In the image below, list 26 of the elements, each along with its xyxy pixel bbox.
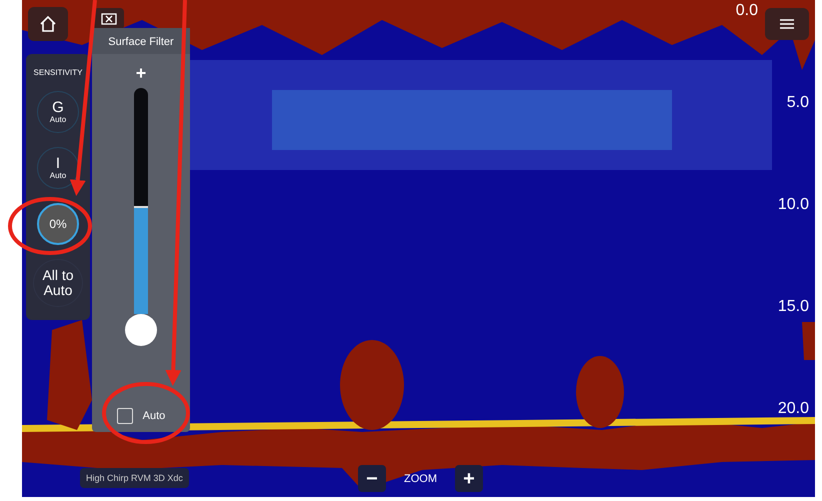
depth-label: 10.0 [778, 196, 809, 214]
sensitivity-button[interactable]: I Auto [37, 147, 79, 189]
panel-title: Surface Filter [92, 28, 190, 54]
depth-label: 5.0 [786, 94, 809, 112]
auto-checkbox[interactable]: Auto [116, 408, 166, 424]
depth-label: 0.0 [736, 2, 758, 20]
sensitivity-button[interactable]: All to Auto [33, 259, 83, 307]
checkbox-label: Auto [142, 410, 166, 422]
zoom-out-button[interactable]: − [358, 465, 386, 492]
slider-track[interactable] [134, 88, 148, 314]
sensitivity-title: SENSITIVITY [34, 68, 82, 77]
menu-icon [780, 18, 794, 30]
depth-label: 15.0 [778, 298, 809, 316]
sensitivity-button[interactable]: 0% [37, 203, 79, 245]
zoom-label: ZOOM [404, 472, 437, 484]
close-icon [101, 13, 117, 25]
increase-button[interactable]: + [136, 64, 146, 82]
home-button[interactable] [28, 7, 68, 41]
sensitivity-button[interactable]: G Auto [37, 91, 79, 133]
home-icon [39, 15, 57, 33]
transducer-label: High Chirp RVM 3D Xdc [80, 468, 189, 488]
depth-label: 20.0 [778, 400, 809, 418]
checkbox[interactable] [116, 408, 133, 424]
menu-button[interactable] [765, 8, 809, 40]
slider-thumb[interactable] [125, 314, 157, 346]
zoom-in-button[interactable]: + [455, 465, 483, 492]
